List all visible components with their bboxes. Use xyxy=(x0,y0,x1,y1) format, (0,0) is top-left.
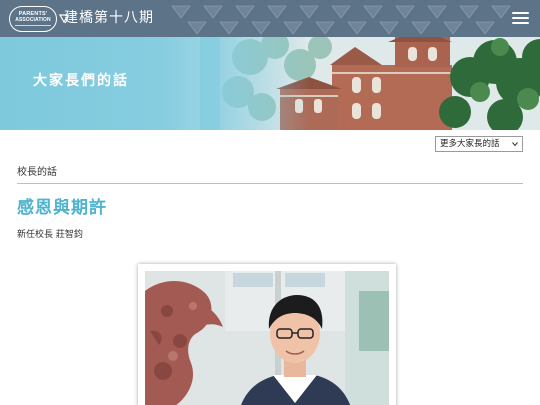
logo-line2: ASSOCIATION xyxy=(15,17,51,24)
select-value: 更多大家長的話 xyxy=(440,139,500,149)
section-label: 校長的話 xyxy=(17,167,57,178)
article-author: 新任校長 莊智鈞 xyxy=(17,230,83,240)
article-title: 感恩與期許 xyxy=(17,198,107,218)
banner-title: 大家長們的話 xyxy=(33,73,129,89)
logo-badge: PARENTS' ASSOCIATION xyxy=(9,6,57,32)
page-banner: 大家長們的話 xyxy=(0,37,540,130)
chevron-down-icon xyxy=(512,142,518,147)
principal-photo xyxy=(145,271,389,405)
site-logo[interactable]: PARENTS' ASSOCIATION xyxy=(9,5,69,33)
site-title[interactable]: 建橋第十八期 xyxy=(64,8,154,28)
hamburger-menu-icon[interactable] xyxy=(512,10,529,26)
site-header: PARENTS' ASSOCIATION 建橋第十八期 xyxy=(0,0,540,37)
photo-frame xyxy=(138,264,396,405)
section-divider xyxy=(17,183,523,184)
more-parents-select[interactable]: 更多大家長的話 xyxy=(435,136,523,152)
logo-rule xyxy=(15,25,51,27)
